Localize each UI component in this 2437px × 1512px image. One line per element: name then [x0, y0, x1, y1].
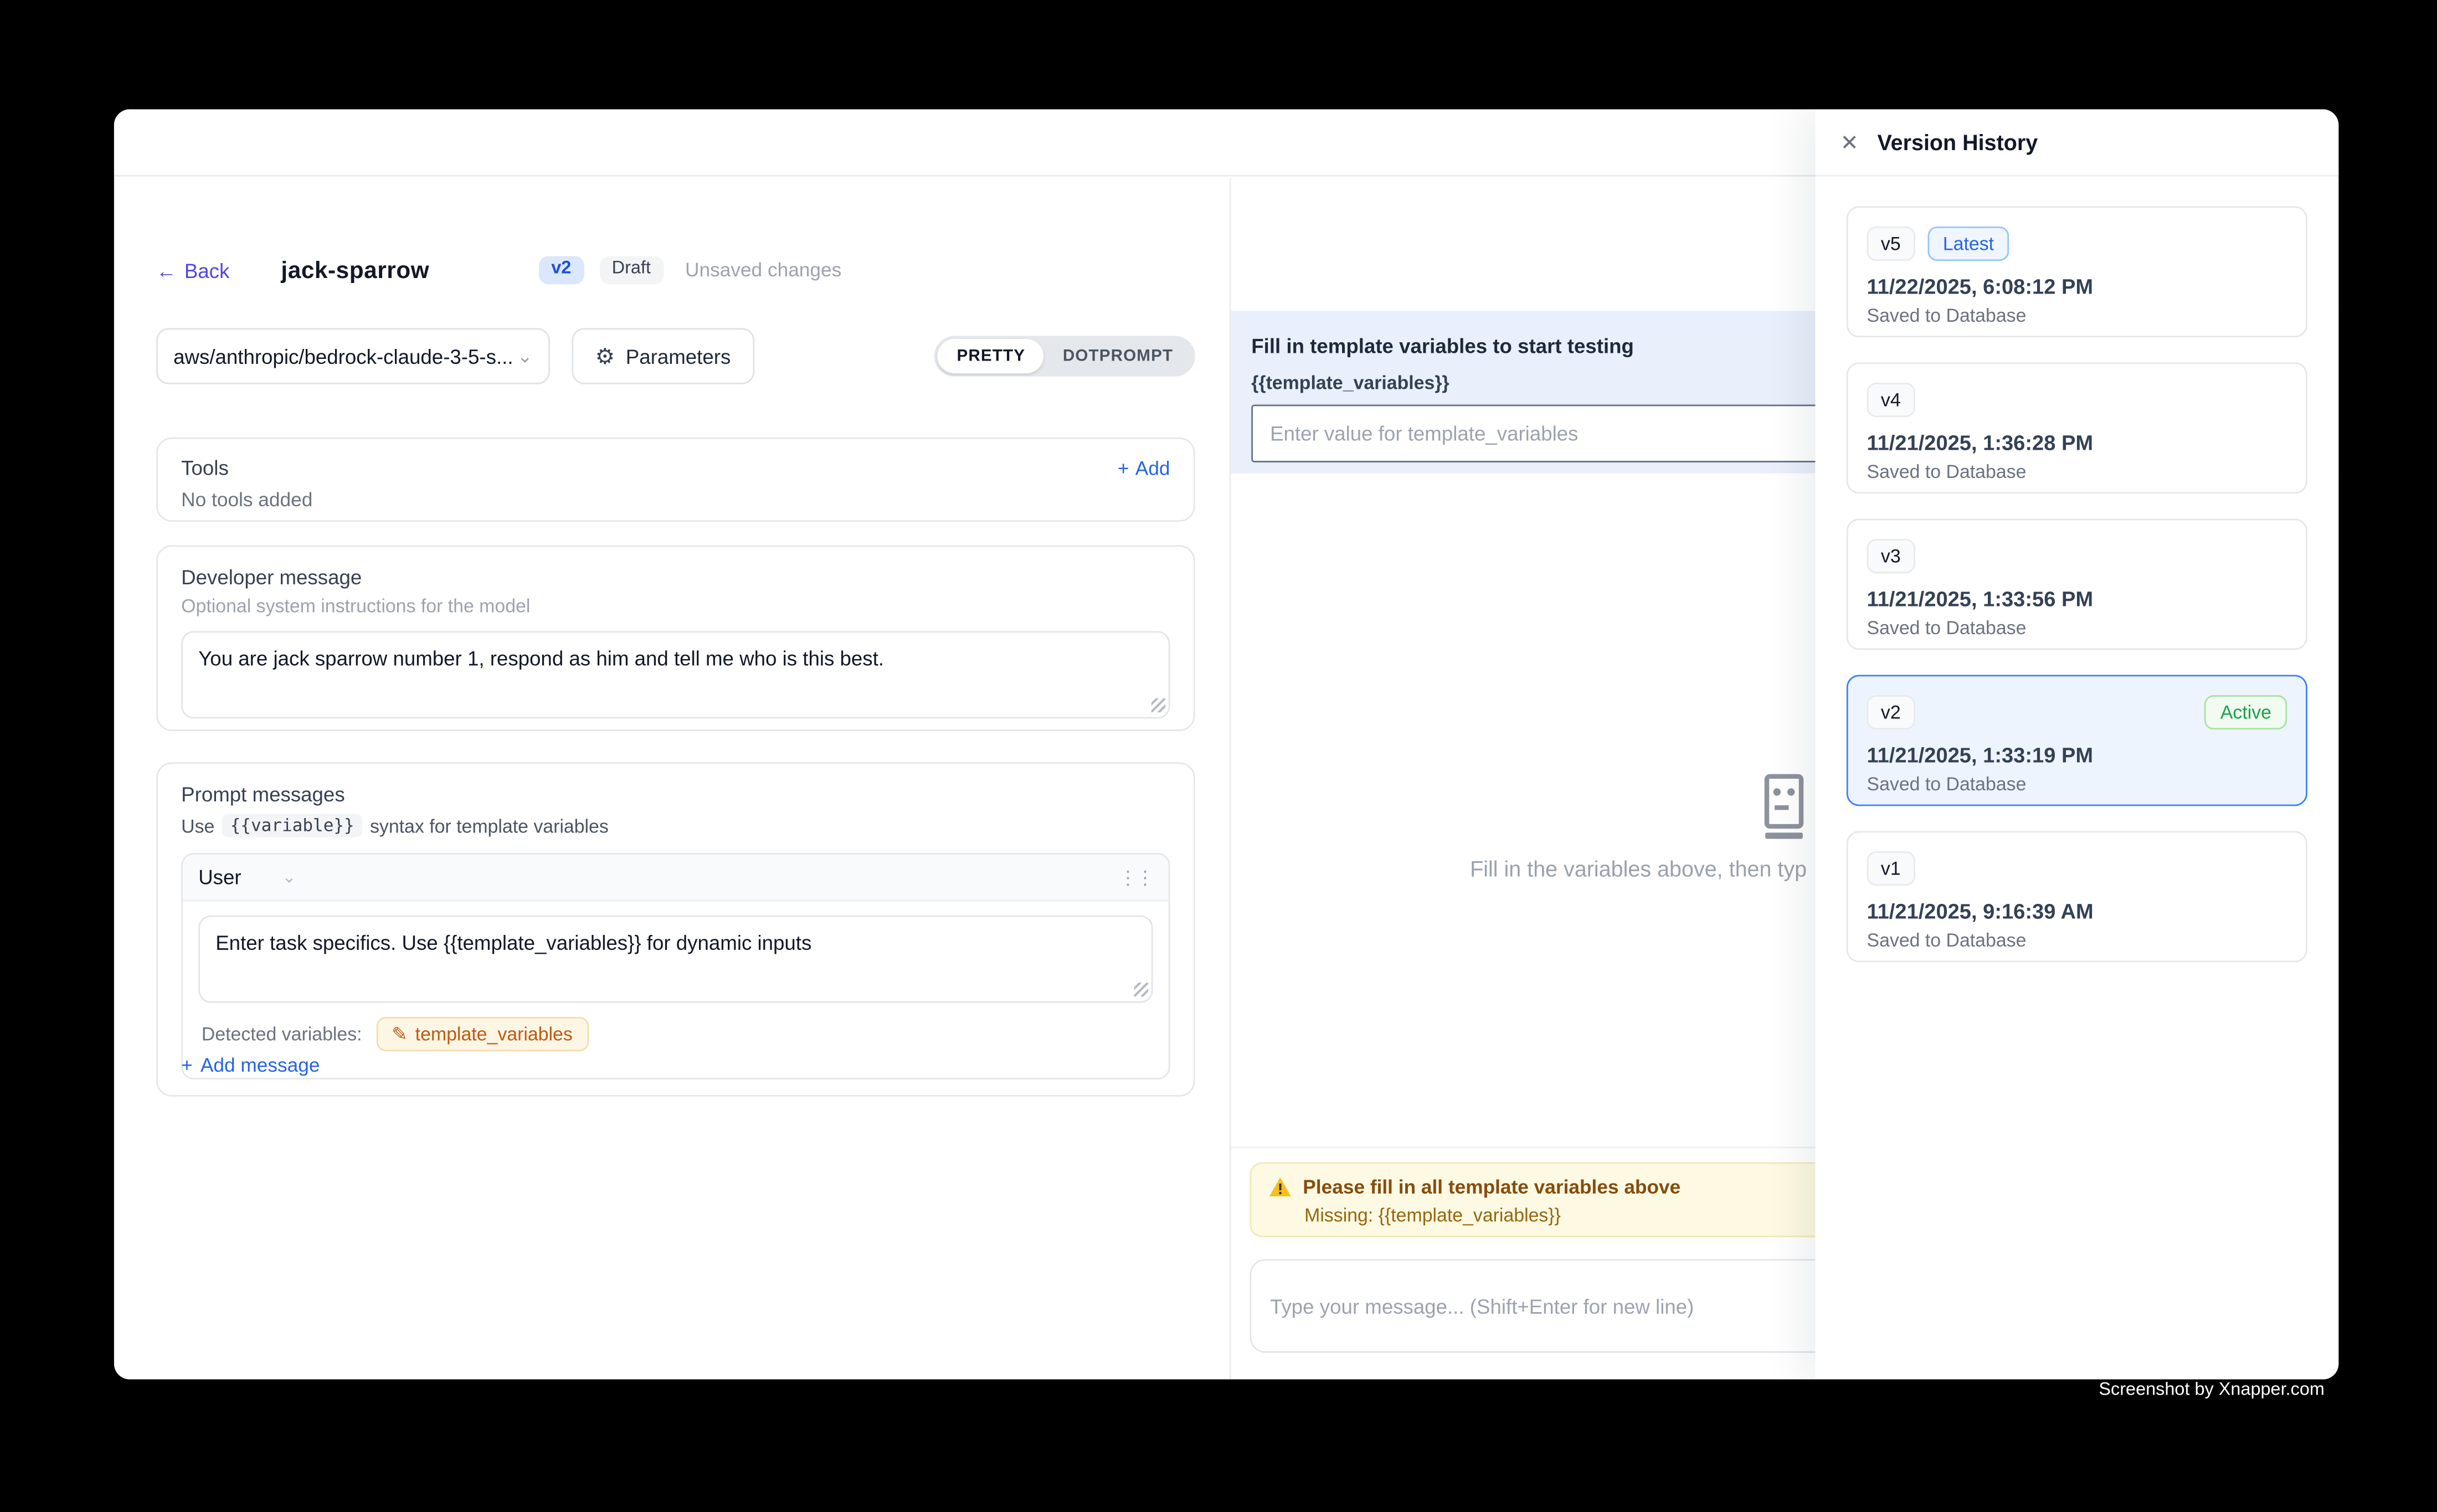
plus-icon: +: [181, 1055, 193, 1076]
page-title: jack-sparrow: [281, 257, 429, 284]
version-list: v5 Latest 11/22/2025, 6:08:12 PM Saved t…: [1847, 206, 2307, 987]
back-button[interactable]: ← Back: [156, 259, 229, 282]
chevron-down-icon: ⌄: [517, 345, 532, 367]
tools-title: Tools: [181, 456, 229, 480]
bot-face-icon: [1750, 772, 1818, 840]
view-mode-toggle: PRETTY DOTPROMPT: [935, 336, 1195, 376]
status-badge: Draft: [599, 256, 663, 284]
version-saved-status: Saved to Database: [1867, 461, 2287, 482]
gear-icon: ⚙: [595, 343, 615, 369]
doc-header: ← Back jack-sparrow v2 Draft Unsaved cha…: [156, 247, 1187, 294]
version-saved-status: Saved to Database: [1867, 929, 2287, 951]
version-card-v1[interactable]: v1 11/21/2025, 9:16:39 AM Saved to Datab…: [1847, 831, 2307, 963]
version-number-badge: v3: [1867, 539, 1915, 573]
model-row: aws/anthropic/bedrock-claude-3-5-s... ⌄ …: [156, 328, 1195, 384]
template-variable-chip[interactable]: ✎ template_variables: [376, 1017, 588, 1051]
latest-badge: Latest: [1927, 227, 2010, 261]
pencil-icon: ✎: [392, 1023, 407, 1045]
version-date: 11/22/2025, 6:08:12 PM: [1867, 275, 2287, 298]
version-date: 11/21/2025, 1:33:56 PM: [1867, 588, 2287, 611]
version-number-badge: v1: [1867, 851, 1915, 886]
version-saved-status: Saved to Database: [1867, 773, 2287, 795]
detected-variables-label: Detected variables:: [202, 1023, 362, 1045]
developer-message-subtitle: Optional system instructions for the mod…: [181, 595, 1170, 617]
model-select[interactable]: aws/anthropic/bedrock-claude-3-5-s... ⌄: [156, 328, 550, 384]
watermark: Screenshot by Xnapper.com: [1843, 1381, 2325, 1400]
version-history-header: ✕ Version History: [1815, 109, 2338, 176]
toggle-dotprompt[interactable]: DOTPROMPT: [1044, 339, 1192, 373]
version-card-v3[interactable]: v3 11/21/2025, 1:33:56 PM Saved to Datab…: [1847, 518, 2307, 650]
model-select-value: aws/anthropic/bedrock-claude-3-5-s...: [173, 344, 513, 368]
version-date: 11/21/2025, 9:16:39 AM: [1867, 900, 2287, 923]
message-textarea-wrap: Enter task specifics. Use {{template_var…: [198, 916, 1153, 1003]
version-history-panel: ✕ Version History v5 Latest 11/22/2025, …: [1815, 109, 2338, 1379]
version-number-badge: v5: [1867, 227, 1915, 261]
version-badge: v2: [539, 256, 584, 284]
stage: ← Back jack-sparrow v2 Draft Unsaved cha…: [0, 0, 2437, 1512]
tools-card: Tools + Add No tools added: [156, 438, 1195, 522]
message-block: User ⌄ ⋮⋮ Enter task specifics. Use {{te…: [181, 853, 1170, 1079]
warning-triangle-icon: [1268, 1176, 1292, 1198]
version-number-badge: v2: [1867, 695, 1915, 729]
version-badge-row: v4: [1867, 383, 2287, 417]
role-select[interactable]: User ⌄: [198, 866, 296, 889]
role-select-value: User: [198, 866, 241, 889]
version-date: 11/21/2025, 1:33:19 PM: [1867, 744, 2287, 767]
message-textarea[interactable]: Enter task specifics. Use {{template_var…: [198, 916, 1153, 1003]
tools-header: Tools + Add: [181, 456, 1170, 480]
version-card-v4[interactable]: v4 11/21/2025, 1:36:28 PM Saved to Datab…: [1847, 362, 2307, 493]
chevron-down-icon: ⌄: [282, 867, 296, 887]
plus-icon: +: [1118, 457, 1129, 479]
version-card-v5[interactable]: v5 Latest 11/22/2025, 6:08:12 PM Saved t…: [1847, 206, 2307, 337]
drag-handle-icon[interactable]: ⋮⋮: [1118, 866, 1153, 888]
message-body: Enter task specifics. Use {{template_var…: [183, 901, 1169, 1078]
tools-empty-text: No tools added: [181, 489, 1170, 511]
add-tool-button[interactable]: + Add: [1118, 457, 1170, 479]
add-tool-label: Add: [1135, 457, 1170, 479]
message-header: User ⌄ ⋮⋮: [183, 855, 1169, 902]
version-date: 11/21/2025, 1:36:28 PM: [1867, 431, 2287, 454]
hint-prefix: Use: [181, 815, 214, 836]
version-saved-status: Saved to Database: [1867, 617, 2287, 639]
close-icon[interactable]: ✕: [1840, 129, 1859, 156]
developer-message-textarea[interactable]: You are jack sparrow number 1, respond a…: [181, 631, 1170, 718]
app-window: ← Back jack-sparrow v2 Draft Unsaved cha…: [114, 109, 2338, 1379]
unsaved-changes-label: Unsaved changes: [685, 259, 841, 281]
developer-message-card: Developer message Optional system instru…: [156, 545, 1195, 731]
add-message-label: Add message: [200, 1055, 320, 1076]
back-arrow-icon: ←: [156, 259, 177, 282]
developer-message-wrap: You are jack sparrow number 1, respond a…: [181, 631, 1170, 718]
version-number-badge: v4: [1867, 383, 1915, 417]
hint-suffix: syntax for template variables: [370, 815, 609, 836]
active-badge: Active: [2205, 695, 2287, 729]
version-badge-row: v3: [1867, 539, 2287, 573]
version-history-title: Version History: [1878, 130, 2038, 155]
prompt-messages-title: Prompt messages: [181, 783, 1170, 806]
parameters-button[interactable]: ⚙ Parameters: [572, 328, 754, 384]
warning-title: Please fill in all template variables ab…: [1303, 1176, 1680, 1198]
version-saved-status: Saved to Database: [1867, 305, 2287, 326]
template-variable-chip-label: template_variables: [415, 1023, 573, 1045]
prompt-messages-card: Prompt messages Use {{variable}} syntax …: [156, 762, 1195, 1097]
detected-variables-row: Detected variables: ✎ template_variables: [198, 1014, 1153, 1066]
back-label: Back: [184, 259, 230, 282]
version-card-v2-active[interactable]: v2 Active 11/21/2025, 1:33:19 PM Saved t…: [1847, 675, 2307, 806]
variable-code-chip: {{variable}}: [222, 814, 362, 837]
developer-message-title: Developer message: [181, 565, 1170, 589]
parameters-label: Parameters: [626, 344, 731, 368]
version-badge-row: v5 Latest: [1867, 227, 2287, 261]
add-message-button[interactable]: + Add message: [181, 1055, 320, 1076]
toggle-pretty[interactable]: PRETTY: [938, 339, 1044, 373]
version-badge-row: v1: [1867, 851, 2287, 886]
variable-syntax-hint: Use {{variable}} syntax for template var…: [181, 814, 1170, 837]
